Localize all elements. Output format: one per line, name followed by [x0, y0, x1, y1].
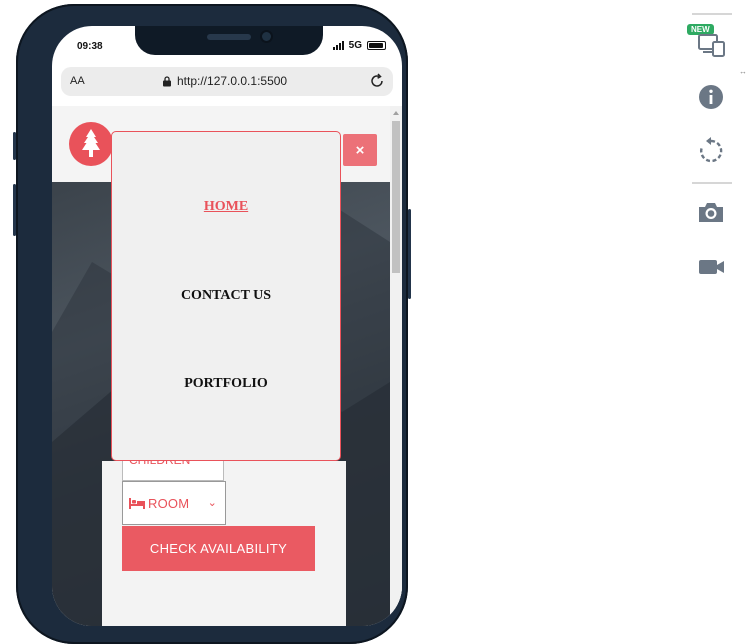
- battery-icon: [367, 41, 386, 50]
- device-toggle-icon[interactable]: [697, 30, 727, 60]
- reload-icon[interactable]: [369, 73, 385, 89]
- lock-icon: [163, 76, 171, 87]
- nav-item-portfolio[interactable]: PORTFOLIO: [112, 376, 340, 392]
- nav-menu-overlay: HOME CONTACT US PORTFOLIO: [111, 131, 341, 461]
- phone-power-button: [408, 209, 411, 299]
- status-time: 09:38: [77, 41, 103, 52]
- page-scrollbar[interactable]: [390, 106, 402, 626]
- speaker-grille: [207, 34, 251, 40]
- check-availability-button[interactable]: CHECK AVAILABILITY: [122, 526, 315, 571]
- signal-icon: [332, 41, 344, 50]
- room-select-label: ROOM: [148, 495, 190, 511]
- room-select[interactable]: ROOM ⌄: [122, 481, 226, 525]
- phone-notch: [135, 26, 323, 55]
- text-size-button[interactable]: AA: [70, 75, 85, 87]
- network-type: 5G: [348, 40, 362, 51]
- toolbar-divider: [692, 13, 732, 15]
- expand-arrow-icon[interactable]: ↔: [739, 67, 746, 76]
- camera-icon[interactable]: [697, 198, 727, 228]
- chevron-down-icon: ⌄: [207, 497, 217, 509]
- menu-close-button[interactable]: ×: [343, 134, 377, 166]
- info-icon[interactable]: [697, 83, 727, 113]
- address-bar[interactable]: AA http://127.0.0.1:5500: [61, 67, 393, 96]
- status-indicators: 5G: [332, 40, 386, 51]
- pine-tree-icon: [82, 129, 100, 157]
- scroll-thumb[interactable]: [392, 121, 400, 273]
- video-icon[interactable]: [697, 252, 727, 282]
- phone-frame: 09:38 5G AA http://127.0.0.1:5500 × ROOM…: [13, 4, 411, 644]
- nav-item-contact[interactable]: CONTACT US: [112, 288, 340, 304]
- webpage-viewport: × CHILDREN ROOM ⌄ CHECK AVAILABILITY HOM…: [52, 106, 402, 626]
- url-text[interactable]: http://127.0.0.1:5500: [177, 74, 287, 88]
- nav-item-home[interactable]: HOME: [112, 199, 340, 215]
- phone-volume-button: [13, 184, 16, 236]
- site-logo[interactable]: [69, 122, 113, 166]
- rotate-icon[interactable]: [697, 137, 727, 167]
- toolbar-divider: [692, 182, 732, 184]
- front-camera: [262, 32, 271, 41]
- phone-mute-switch: [13, 132, 16, 160]
- bed-icon: [129, 497, 145, 509]
- scroll-up-icon[interactable]: [393, 111, 399, 115]
- phone-screen: 09:38 5G AA http://127.0.0.1:5500 × ROOM…: [52, 26, 402, 626]
